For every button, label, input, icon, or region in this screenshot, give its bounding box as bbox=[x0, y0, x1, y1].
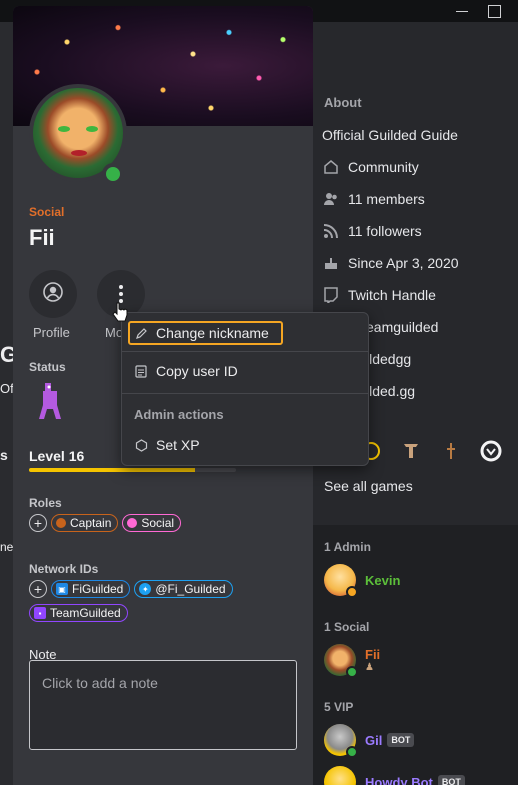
twitch-icon bbox=[322, 286, 340, 304]
network-chip-twitch[interactable]: ▪ TeamGuilded bbox=[29, 604, 128, 622]
level-progress-bar bbox=[29, 468, 236, 472]
top-role-label: Social bbox=[29, 205, 65, 219]
maximize-button[interactable] bbox=[482, 2, 506, 20]
network-ids-title: Network IDs bbox=[29, 562, 99, 576]
about-row-twitch: Twitch Handle bbox=[322, 285, 436, 305]
level-label: Level 16 bbox=[29, 448, 85, 464]
copy-user-id-menu-item[interactable]: Copy user ID bbox=[134, 363, 238, 379]
about-link[interactable]: eamguilded bbox=[366, 317, 438, 337]
hand-cursor-icon bbox=[112, 302, 128, 322]
view-profile-button[interactable] bbox=[29, 270, 77, 318]
bot-badge: BOT bbox=[437, 775, 465, 785]
member-name: Kevin bbox=[365, 572, 401, 588]
see-all-games-link[interactable]: See all games bbox=[324, 478, 413, 494]
add-network-id-button[interactable]: + bbox=[29, 580, 47, 598]
xp-icon bbox=[134, 438, 148, 452]
avatar-eye bbox=[58, 126, 70, 132]
member-section-admin: 1 Admin bbox=[324, 540, 371, 554]
roles-list: + Captain Social bbox=[29, 514, 182, 532]
pencil-icon bbox=[134, 326, 148, 340]
role-chip-captain[interactable]: Captain bbox=[51, 514, 119, 532]
member-row[interactable]: Fii ♟ bbox=[324, 644, 381, 678]
member-row[interactable]: Howdy Bot BOT bbox=[324, 766, 465, 785]
member-row[interactable]: Kevin bbox=[324, 564, 401, 598]
network-ids-list: + ▣ FiGuilded ✦ @Fi_Guilded bbox=[29, 580, 233, 598]
role-color-dot bbox=[56, 518, 66, 528]
user-circle-icon bbox=[42, 281, 64, 308]
about-row-since: Since Apr 3, 2020 bbox=[322, 253, 459, 273]
note-textarea[interactable]: Click to add a note bbox=[29, 660, 297, 750]
menu-divider bbox=[122, 351, 368, 352]
status-dot bbox=[346, 586, 358, 598]
community-icon bbox=[322, 158, 340, 176]
avatar bbox=[324, 644, 358, 678]
add-role-button[interactable]: + bbox=[29, 514, 47, 532]
user-context-menu: Change nickname Copy user ID Admin actio… bbox=[121, 312, 369, 466]
status-emoji-icon: ♟ bbox=[365, 662, 374, 673]
clipboard-icon bbox=[134, 364, 148, 378]
online-status-dot bbox=[102, 163, 124, 185]
games-row bbox=[360, 440, 502, 462]
game-overwatch-icon[interactable] bbox=[480, 440, 502, 462]
status-title: Status bbox=[29, 360, 66, 374]
members-icon bbox=[322, 190, 340, 208]
level-progress-fill bbox=[29, 468, 195, 472]
about-title: About bbox=[324, 95, 362, 110]
avatar-lips bbox=[71, 150, 87, 156]
avatar bbox=[324, 724, 358, 758]
avatar bbox=[324, 564, 358, 598]
status-dot bbox=[346, 746, 358, 758]
game-dota-icon[interactable] bbox=[400, 440, 422, 462]
about-link[interactable]: ildedgg bbox=[366, 349, 411, 369]
member-name: Gil bbox=[365, 732, 383, 748]
about-row-followers: 11 followers bbox=[322, 221, 422, 241]
avatar-eye bbox=[86, 126, 98, 132]
status-dot bbox=[346, 666, 358, 678]
kebab-menu-icon bbox=[119, 285, 123, 303]
member-name: Fii bbox=[365, 647, 381, 662]
minimize-button[interactable] bbox=[450, 2, 474, 20]
bot-badge: BOT bbox=[387, 733, 415, 747]
member-section-vip: 5 VIP bbox=[324, 700, 354, 714]
game-hearthstone-icon[interactable] bbox=[440, 440, 462, 462]
network-chip-roblox[interactable]: ▣ FiGuilded bbox=[51, 580, 131, 598]
network-chip-twitter[interactable]: ✦ @Fi_Guilded bbox=[134, 580, 233, 598]
profile-button-label: Profile bbox=[33, 325, 70, 340]
cake-icon bbox=[322, 254, 340, 272]
network-ids-list-2: ▪ TeamGuilded bbox=[29, 604, 128, 622]
roblox-icon: ▣ bbox=[56, 583, 68, 595]
role-chip-social[interactable]: Social bbox=[122, 514, 182, 532]
member-name: Howdy Bot bbox=[365, 774, 433, 785]
member-section-social: 1 Social bbox=[324, 620, 370, 634]
set-xp-menu-item[interactable]: Set XP bbox=[134, 437, 200, 453]
admin-actions-header: Admin actions bbox=[134, 407, 224, 422]
about-link[interactable]: ilded.gg bbox=[366, 381, 415, 401]
avatar bbox=[324, 766, 356, 785]
roles-title: Roles bbox=[29, 496, 62, 510]
about-row-members: 11 members bbox=[322, 189, 425, 209]
twitter-icon: ✦ bbox=[139, 583, 152, 595]
twitch-icon: ▪ bbox=[34, 607, 46, 619]
followers-icon bbox=[322, 222, 340, 240]
user-name: Fii bbox=[29, 225, 55, 250]
menu-divider bbox=[122, 393, 368, 394]
status-llama-icon bbox=[35, 381, 65, 421]
bg-fragment: s bbox=[0, 447, 8, 463]
change-nickname-menu-item[interactable]: Change nickname bbox=[128, 321, 283, 345]
about-row-community: Community bbox=[322, 157, 419, 177]
member-row[interactable]: Gil BOT bbox=[324, 724, 415, 758]
role-color-dot bbox=[127, 518, 138, 528]
about-server-name: Official Guilded Guide bbox=[322, 127, 458, 143]
